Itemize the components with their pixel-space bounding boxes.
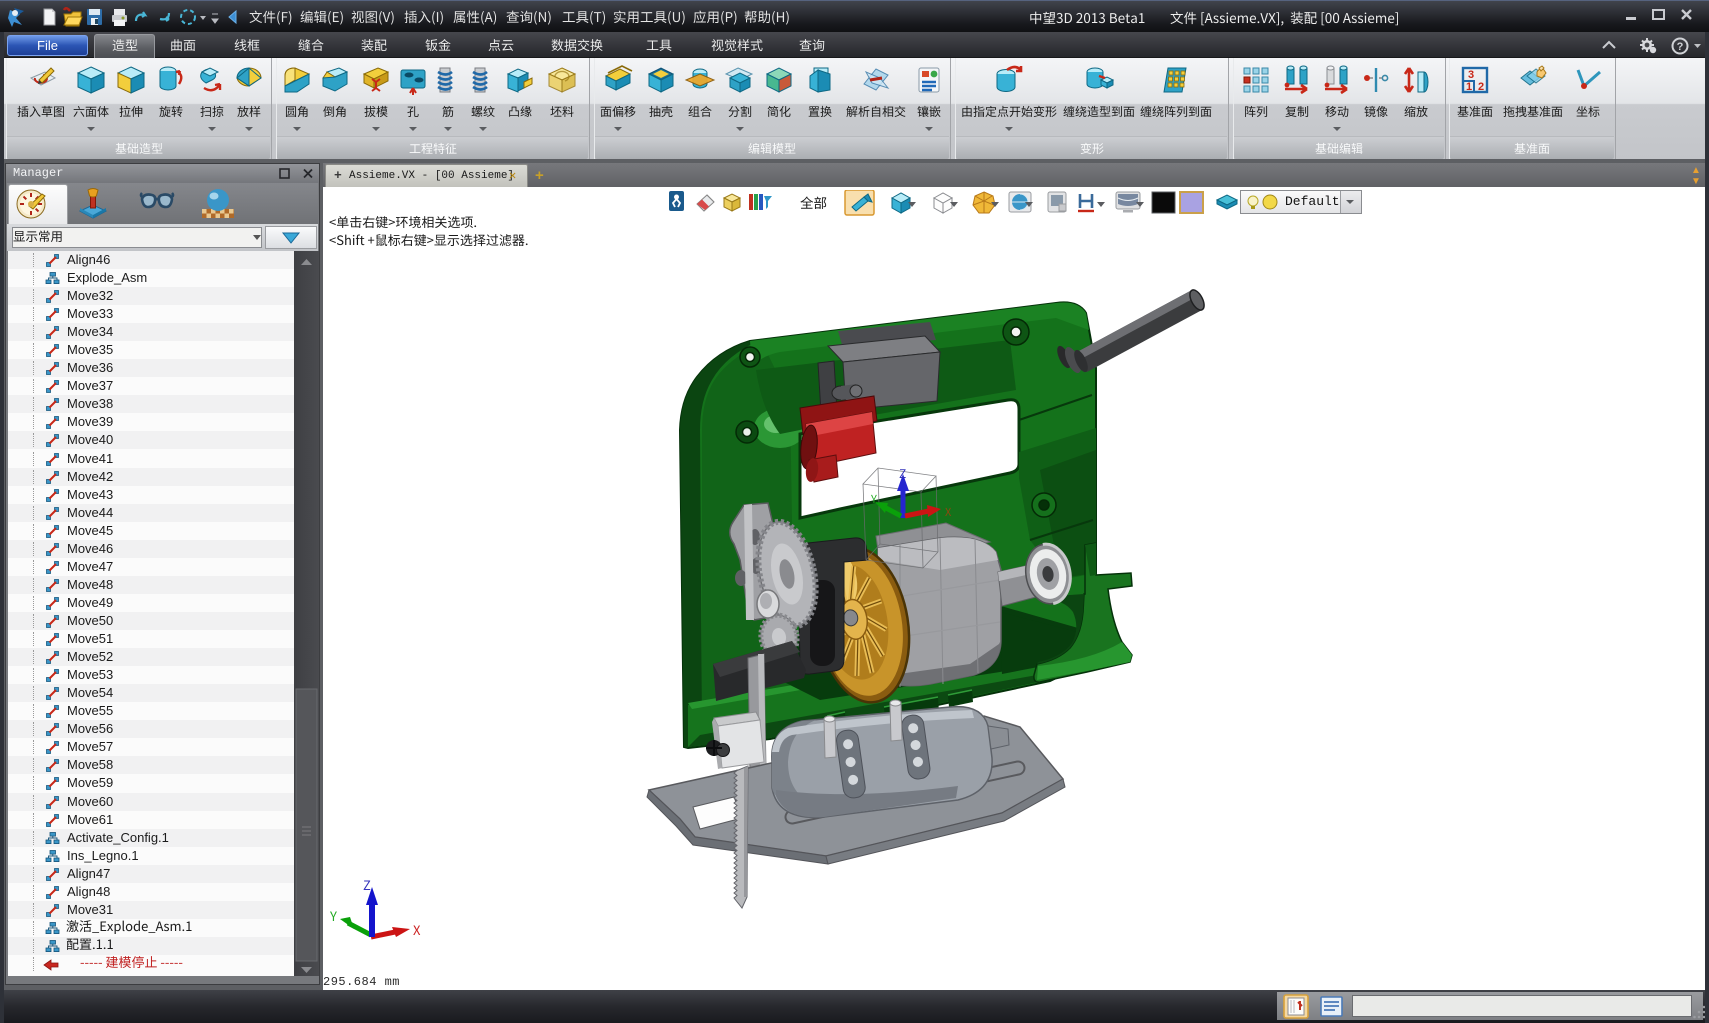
svg-text:?: ? bbox=[1677, 41, 1684, 53]
